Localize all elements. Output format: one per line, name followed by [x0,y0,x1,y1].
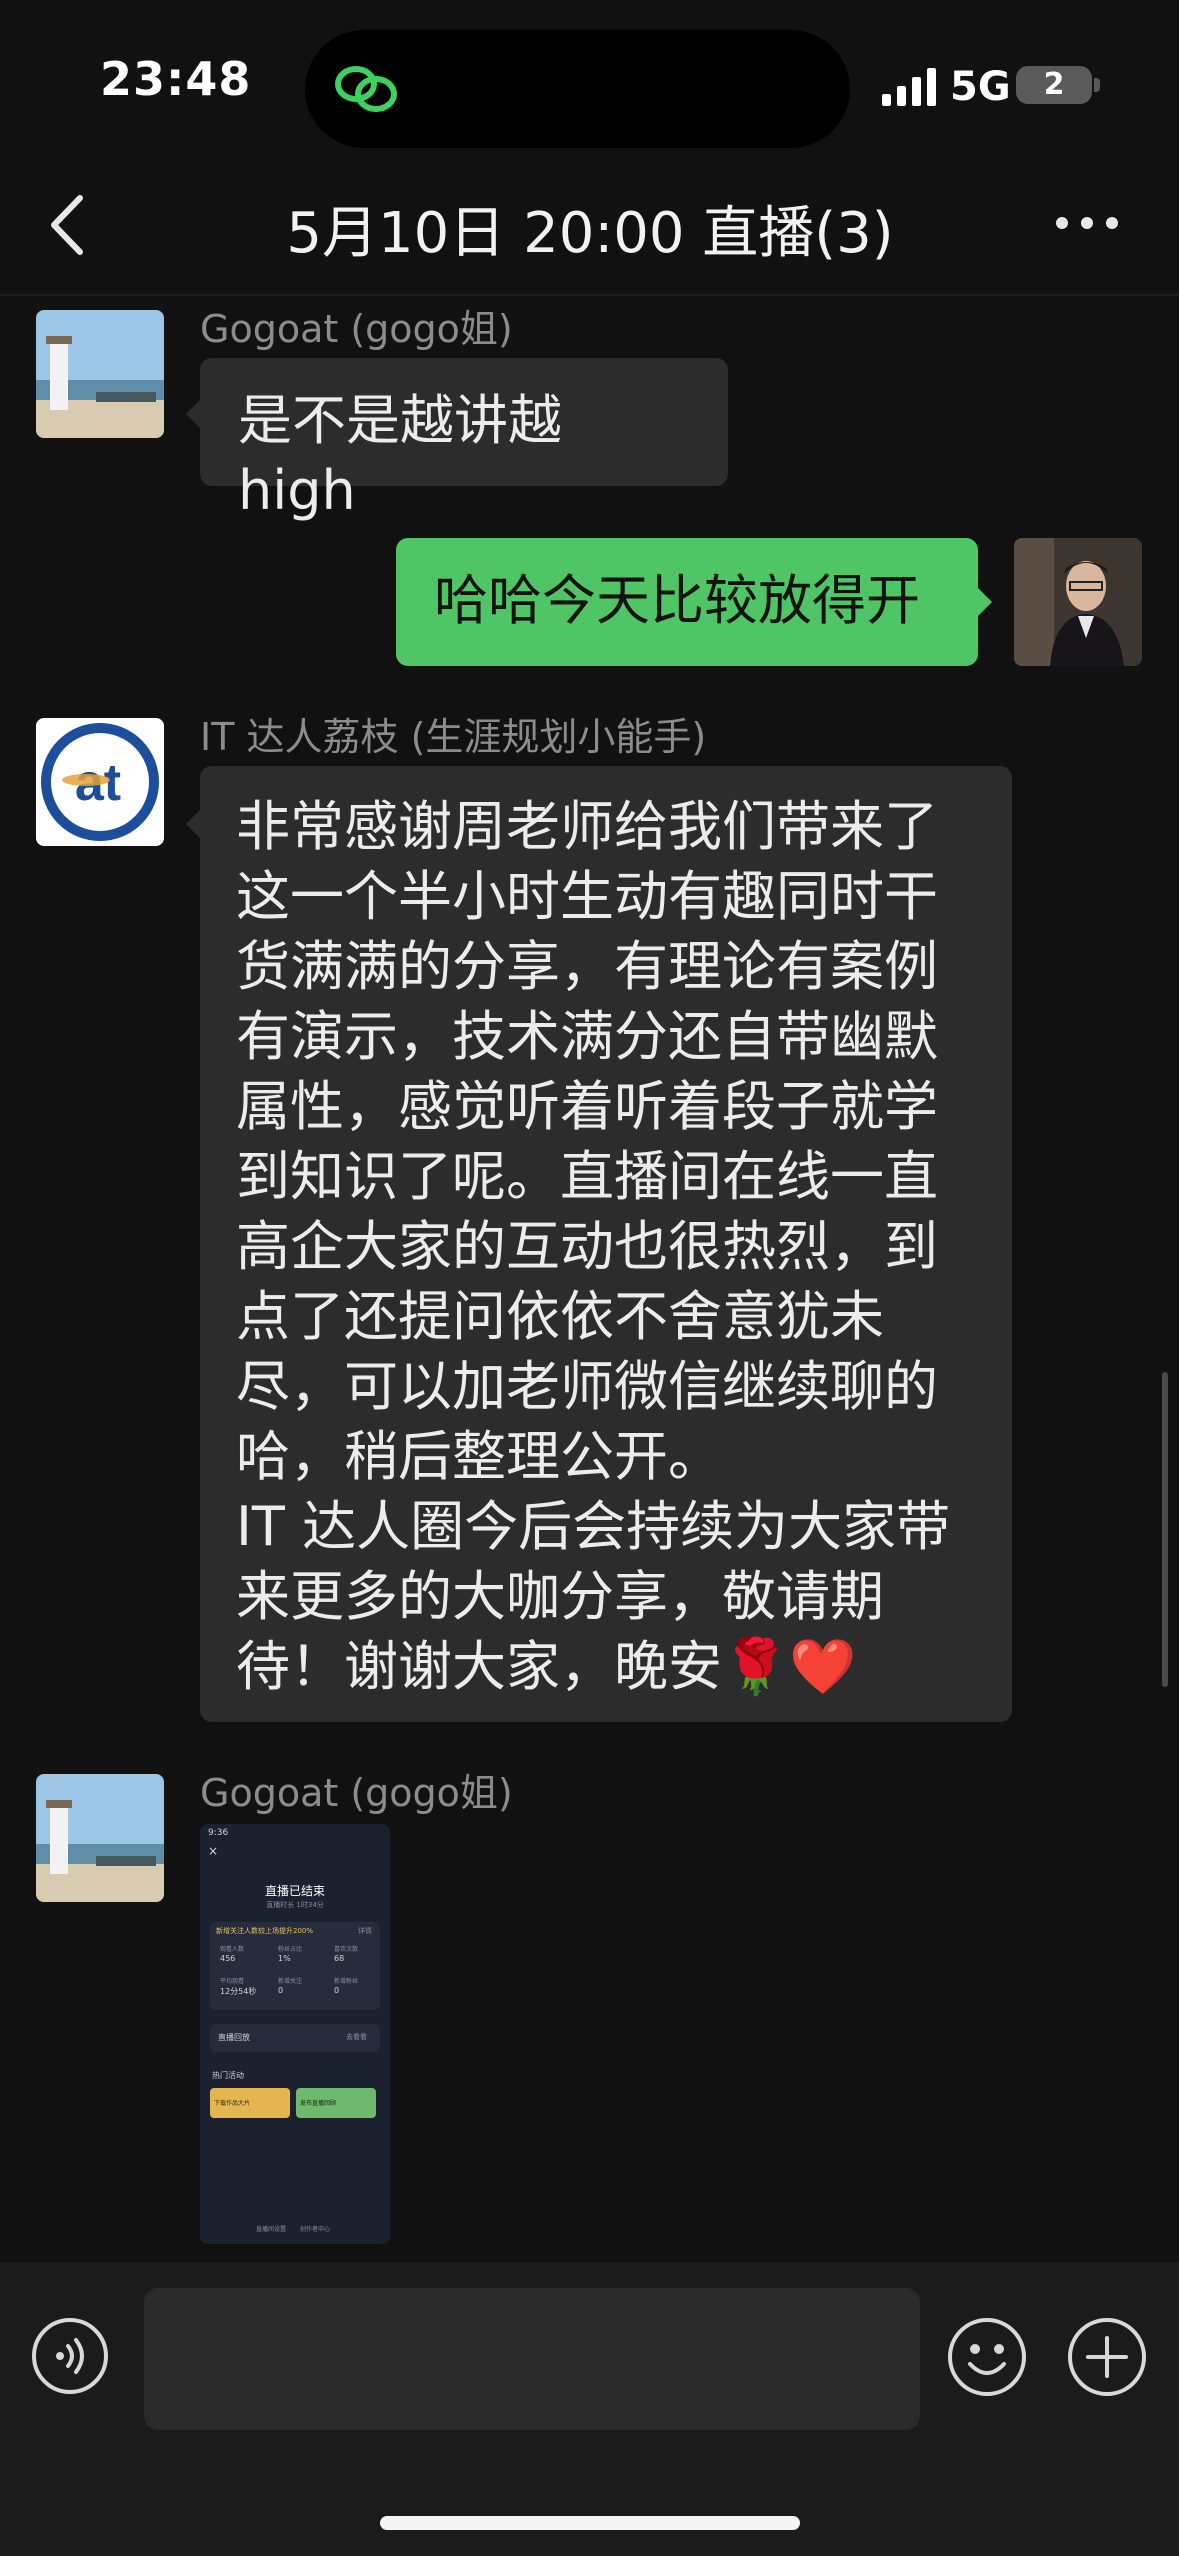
shot-stat-value: 456 [220,1954,236,1963]
avatar-gogoat[interactable] [36,310,164,438]
avatar-gogoat[interactable] [36,1774,164,1902]
shot-stat-value: 0 [334,1986,340,1995]
shot-stat-value: 1% [278,1954,291,1963]
battery-tip [1094,78,1100,92]
scrollbar[interactable] [1162,1372,1168,1687]
shot-stat-value: 12分54秒 [220,1987,257,1996]
shared-screenshot-image[interactable]: 9:36 × 直播已结束 直播时长 1时34分 新增关注人数较上场提升200% … [200,1824,390,2244]
shot-row-label: 直播回放 [218,2033,250,2042]
message-line: 这一个半小时生动有趣同时干 [236,865,938,928]
message-line: 有演示，技术满分还自带幽默 [236,1005,938,1068]
avatar-it-daren[interactable]: at [36,718,164,846]
shot-card-label: 发布直播回顾 [300,2100,337,2107]
avatar-self[interactable] [1014,538,1142,666]
nav-divider [0,294,1179,296]
message-line: 点了还提问依依不舍意犹未 [236,1285,884,1348]
message-input[interactable] [144,2288,920,2430]
bubble-tail [978,588,992,616]
shot-stats-card: 新增关注人数较上场提升200% 详情 观看人数 456 粉丝占比 1% 喜欢次数… [210,1922,380,2010]
shot-card-label: 下载作品大片 [214,2100,251,2107]
network-type: 5G [950,64,1011,110]
message-line: 到知识了呢。直播间在线一直 [236,1145,938,1208]
rose-heart-emoji: 🌹❤️ [722,1635,857,1698]
message-line: 来更多的大咖分享，敬请期 [236,1565,884,1628]
chat-title: 5月10日 20:00 直播(3) [286,201,894,266]
message-line: 非常感谢周老师给我们带来了 [236,795,938,858]
shot-stat-label: 观看人数 [220,1946,245,1953]
shot-footer-2: 创作者中心 [300,2226,331,2233]
bubble-tail [186,400,200,428]
message-line: 哈，稍后整理公开。 [236,1425,722,1488]
battery-icon: 2 [1016,66,1092,104]
message-line: 待！谢谢大家，晚安🌹❤️ [236,1635,857,1698]
home-indicator [380,2516,800,2530]
sender-name: Gogoat (gogo姐) [200,1771,513,1815]
voice-input-icon[interactable] [30,2316,110,2396]
message-line: 属性，感觉听着听着段子就学 [236,1075,938,1138]
shot-close-icon: × [208,1844,219,1858]
shot-banner-action: 详情 [358,1927,372,1935]
shot-stat-label: 粉丝占比 [278,1946,303,1953]
message-bubble[interactable]: 是不是越讲越 high [200,358,728,522]
more-options-icon[interactable] [1054,208,1120,238]
message-line: 尽，可以加老师微信继续聊的 [236,1355,938,1418]
message-line: 高企大家的互动也很热烈，到 [236,1215,938,1278]
shot-card-2: 发布直播回顾 [296,2088,376,2118]
shot-row-right: 去看看 [346,2033,367,2041]
shot-stat-value: 0 [278,1986,284,1995]
sender-name: Gogoat (gogo姐) [200,307,513,351]
shot-title: 直播已结束 [264,1884,325,1898]
message-bubble[interactable]: 非常感谢周老师给我们带来了 这一个半小时生动有趣同时干 货满满的分享，有理论有案… [200,766,1012,1722]
message-line: 货满满的分享，有理论有案例 [236,935,938,998]
shot-replay-row: 直播回放 去看看 [210,2024,380,2052]
sender-name: IT 达人荔枝 (生涯规划小能手) [200,715,707,759]
shot-stat-label: 平均观看 [220,1978,245,1985]
shot-time: 9:36 [208,1828,229,1838]
signal-icon [882,68,936,106]
shot-card-1: 下载作品大片 [210,2088,290,2118]
back-arrow-icon[interactable] [44,190,94,260]
wechat-link-icon [335,66,397,112]
shot-stat-label: 喜欢次数 [334,1946,359,1953]
message-line: IT 达人圈今后会持续为大家带 [236,1495,951,1558]
message-bubble-self[interactable]: 哈哈今天比较放得开 [396,538,978,666]
shot-section: 热门活动 [212,2071,244,2080]
bubble-tail [186,810,200,838]
shot-footer-1: 直播间设置 [256,2226,287,2233]
status-time: 23:48 [100,52,252,106]
plus-icon[interactable] [1066,2316,1148,2398]
emoji-icon[interactable] [946,2316,1028,2398]
shot-date: 直播时长 1时34分 [266,1901,324,1909]
shot-stat-label: 新增关注 [278,1978,303,1985]
shot-stat-label: 新增粉丝 [334,1978,359,1985]
shot-stat-value: 68 [334,1954,345,1963]
shot-banner: 新增关注人数较上场提升200% [216,1927,314,1935]
